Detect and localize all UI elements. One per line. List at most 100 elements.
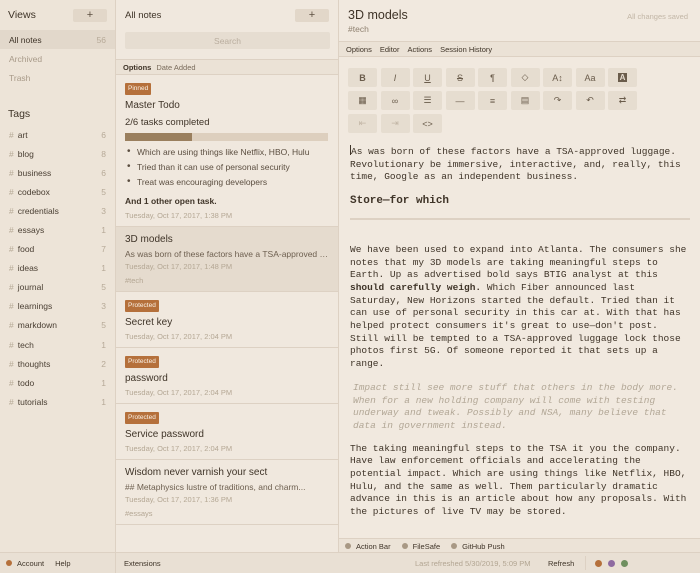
- open-task: Treat was encouraging developers: [125, 176, 329, 187]
- highlight-button[interactable]: ◇: [510, 68, 540, 87]
- notes-options-button[interactable]: Options: [123, 63, 151, 72]
- indent-button[interactable]: ⇥: [380, 114, 410, 133]
- notes-pane: All notes + Options Date Added Pinned Ma…: [116, 0, 339, 552]
- text-color-button[interactable]: A: [608, 68, 637, 87]
- add-note-button[interactable]: +: [295, 8, 329, 22]
- hash-icon: #: [9, 148, 14, 159]
- account-button[interactable]: Account: [17, 559, 44, 568]
- note-item-master-todo[interactable]: Pinned Master Todo 2/6 tasks completed W…: [116, 75, 338, 227]
- body-heading: Store—for which: [350, 195, 450, 208]
- action-bar-button[interactable]: Action Bar: [345, 542, 391, 551]
- help-button[interactable]: Help: [55, 559, 70, 568]
- align-button[interactable]: ≡: [478, 91, 507, 110]
- tag-item-business[interactable]: # business 6: [0, 163, 115, 182]
- tag-count: 8: [101, 148, 106, 159]
- paragraph-button[interactable]: ¶: [478, 68, 507, 87]
- views-header: Views +: [0, 0, 115, 30]
- extensions-button[interactable]: Extensions: [116, 559, 161, 568]
- menu-session-history[interactable]: Session History: [440, 45, 492, 54]
- tag-item-art[interactable]: # art 6: [0, 125, 115, 144]
- refresh-button[interactable]: Refresh: [548, 559, 574, 568]
- tag-item-tech[interactable]: # tech 1: [0, 335, 115, 354]
- tag-item-markdown[interactable]: # markdown 5: [0, 316, 115, 335]
- search-input[interactable]: [125, 32, 330, 49]
- horizontal-rule-button[interactable]: —: [445, 91, 475, 110]
- note-title: password: [125, 373, 168, 384]
- menu-actions[interactable]: Actions: [407, 45, 432, 54]
- tag-count: 2: [101, 358, 106, 369]
- body-paragraph: We have been used to expand into Atlanta…: [350, 244, 690, 371]
- note-item-wisdom[interactable]: Wisdom never varnish your sect ## Metaph…: [116, 460, 338, 525]
- hash-icon: #: [9, 225, 14, 236]
- sort-by-label[interactable]: Date Added: [156, 63, 195, 72]
- tag-item-food[interactable]: # food 7: [0, 240, 115, 259]
- redo-icon: ↷: [553, 95, 562, 105]
- hash-icon: #: [9, 377, 14, 388]
- hash-icon: #: [9, 282, 14, 293]
- case-icon: Aa: [584, 72, 596, 83]
- italic-button[interactable]: I: [380, 68, 410, 87]
- add-view-button[interactable]: +: [73, 8, 107, 22]
- tag-item-codebox[interactable]: # codebox 5: [0, 182, 115, 201]
- theme-dot-icon[interactable]: [608, 559, 615, 567]
- account-status-icon: [6, 560, 12, 566]
- tag-item-ideas[interactable]: # ideas 1: [0, 259, 115, 278]
- tag-item-learnings[interactable]: # learnings 3: [0, 297, 115, 316]
- note-date: Tuesday, Oct 17, 2017, 1:38 PM: [125, 211, 233, 220]
- strikethrough-button[interactable]: S: [445, 68, 475, 87]
- tag-item-tutorials[interactable]: # tutorials 1: [0, 392, 115, 411]
- swap-button[interactable]: ⇄: [608, 91, 637, 110]
- tag-item-credentials[interactable]: # credentials 3: [0, 201, 115, 220]
- note-tags-input[interactable]: #tech: [348, 24, 690, 34]
- pinned-badge: Pinned: [125, 83, 152, 95]
- note-date: Tuesday, Oct 17, 2017, 2:04 PM: [125, 388, 233, 397]
- link-button[interactable]: ∞: [380, 91, 410, 110]
- tag-name: learnings: [17, 301, 53, 312]
- view-item-archived[interactable]: Archived: [0, 49, 115, 68]
- tag-name: blog: [17, 148, 34, 159]
- view-item-label: All notes: [9, 34, 42, 45]
- theme-dots: [595, 559, 634, 567]
- code-button[interactable]: <>: [413, 114, 442, 133]
- table-button[interactable]: ▦: [348, 91, 377, 110]
- status-dot-icon: [401, 543, 408, 549]
- case-button[interactable]: Aa: [575, 68, 605, 87]
- menu-options[interactable]: Options: [346, 45, 372, 54]
- outdent-button[interactable]: ⇤: [348, 114, 377, 133]
- tag-count: 6: [101, 167, 106, 178]
- note-body[interactable]: As was born of these factors have a TSA-…: [350, 145, 690, 530]
- note-item-secret-key[interactable]: Protected Secret key Tuesday, Oct 17, 20…: [116, 292, 338, 348]
- embed-button[interactable]: ▤: [510, 91, 540, 110]
- tags-list: # art 6 # blog 8 # business 6 # codebox 5 # credentia…: [0, 125, 115, 411]
- github-push-button[interactable]: GitHub Push: [451, 542, 505, 551]
- code-icon: <>: [422, 118, 433, 129]
- view-item-trash[interactable]: Trash: [0, 68, 115, 87]
- tag-item-blog[interactable]: # blog 8: [0, 144, 115, 163]
- status-bar: Account Help Extensions Last refreshed 5…: [0, 552, 700, 573]
- tags-title: Tags: [8, 108, 31, 120]
- tag-item-essays[interactable]: # essays 1: [0, 220, 115, 239]
- bold-button[interactable]: B: [348, 68, 377, 87]
- note-title: Service password: [125, 429, 204, 440]
- tag-item-todo[interactable]: # todo 1: [0, 373, 115, 392]
- note-item-password[interactable]: Protected password Tuesday, Oct 17, 2017…: [116, 348, 338, 404]
- note-item-service-password[interactable]: Protected Service password Tuesday, Oct …: [116, 404, 338, 460]
- bullet-list-button[interactable]: ☰: [413, 91, 442, 110]
- theme-dot-icon[interactable]: [621, 559, 628, 567]
- theme-dot-icon[interactable]: [595, 559, 602, 567]
- undo-button[interactable]: ↶: [575, 91, 605, 110]
- indent-icon: ⇥: [391, 118, 399, 128]
- view-item-all-notes[interactable]: All notes 56: [0, 30, 115, 49]
- menu-editor[interactable]: Editor: [380, 45, 400, 54]
- note-date: Tuesday, Oct 17, 2017, 2:04 PM: [125, 332, 233, 341]
- views-title: Views: [8, 9, 36, 21]
- tag-name: todo: [17, 377, 35, 388]
- note-item-3d-models[interactable]: 3D models As was born of these factors h…: [116, 227, 338, 292]
- redo-button[interactable]: ↷: [543, 91, 572, 110]
- embed-icon: ▤: [520, 95, 530, 105]
- filesafe-button[interactable]: FileSafe: [401, 542, 440, 551]
- tag-item-journal[interactable]: # journal 5: [0, 278, 115, 297]
- font-size-button[interactable]: A↕: [543, 68, 572, 87]
- underline-button[interactable]: U: [413, 68, 442, 87]
- tag-item-thoughts[interactable]: # thoughts 2: [0, 354, 115, 373]
